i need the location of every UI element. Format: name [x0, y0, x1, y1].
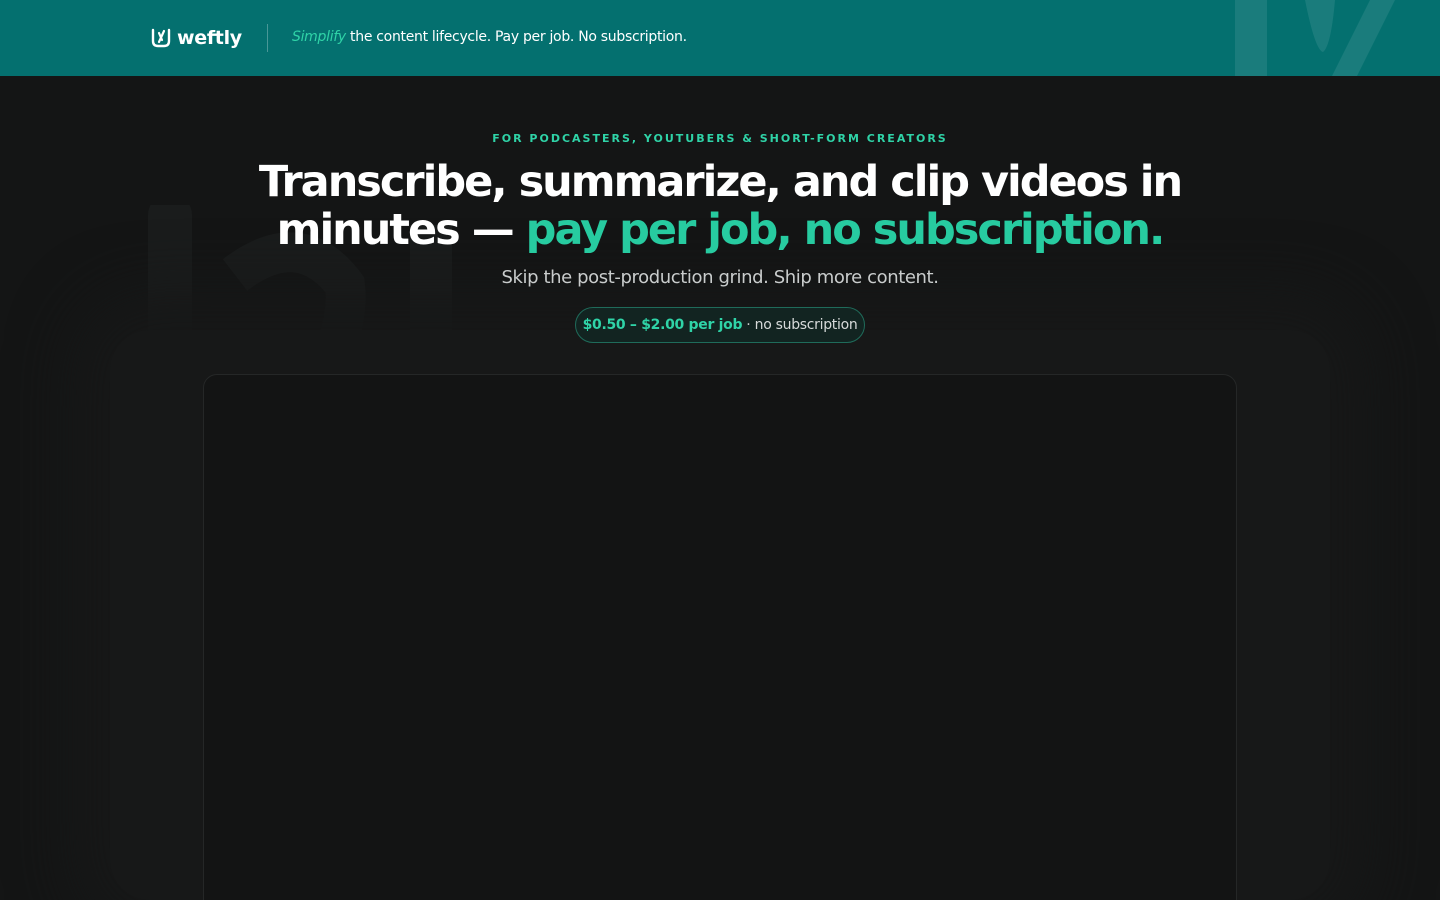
headline-highlight: pay per job, no subscription.	[525, 205, 1166, 255]
pricing-separator: ·	[746, 317, 751, 333]
brand-name: weftly	[177, 27, 242, 49]
hero-subhead: Skip the post-production grind. Ship mor…	[501, 267, 939, 288]
pricing-range: $0.50 – $2.00 per job	[582, 317, 743, 333]
hero-eyebrow: FOR PODCASTERS, YOUTUBERS & SHORT-FORM C…	[492, 132, 948, 145]
upload-panel[interactable]	[203, 374, 1237, 900]
pricing-pill: $0.50 – $2.00 per job · no subscription	[575, 307, 865, 343]
pricing-note: no subscription	[754, 317, 858, 333]
tagline-accent: Simplify	[292, 29, 346, 45]
weftly-logo-icon	[151, 28, 171, 48]
brand-logo[interactable]: weftly	[150, 26, 242, 50]
tagline-text: the content lifecycle. Pay per job. No s…	[345, 29, 687, 45]
header-divider	[267, 24, 268, 52]
header-tagline: Simplify the content lifecycle. Pay per …	[292, 29, 687, 45]
brand-watermark-icon	[1235, 0, 1395, 76]
top-banner: weftly Simplify the content lifecycle. P…	[0, 0, 1440, 76]
hero-headline: Transcribe, summarize, and clip videos i…	[220, 158, 1220, 254]
